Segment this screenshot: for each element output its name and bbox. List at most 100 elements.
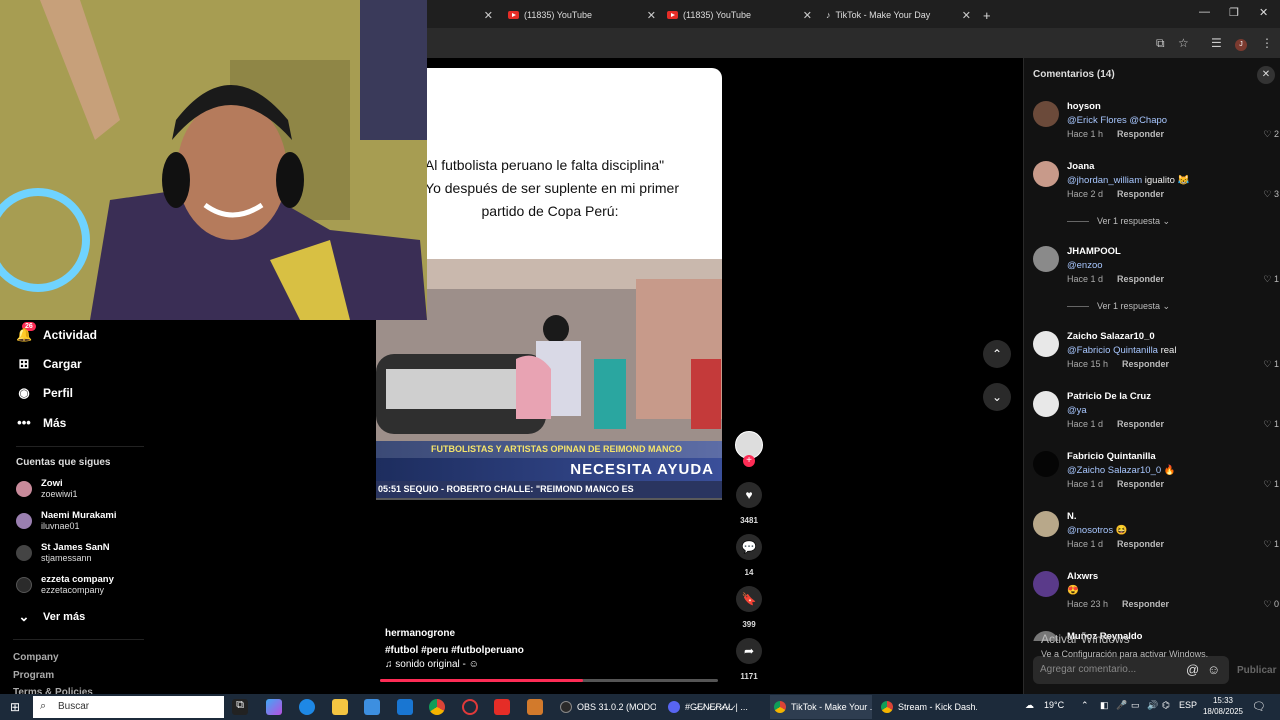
profile-avatar[interactable]: J bbox=[1235, 35, 1247, 51]
sidebar-item-profile[interactable]: ◉ Perfil bbox=[16, 385, 73, 401]
comment-like-button[interactable]: ♡ 3 bbox=[1263, 189, 1279, 200]
comment-mention[interactable]: @Zaicho Salazar10_0 bbox=[1067, 465, 1161, 476]
avatar[interactable] bbox=[1033, 571, 1059, 597]
view-replies-button[interactable]: Ver 1 respuesta ⌄ bbox=[1067, 216, 1170, 227]
footer-link-company[interactable]: Company bbox=[13, 652, 59, 663]
store-icon[interactable] bbox=[364, 699, 380, 715]
save-button[interactable]: 🔖 bbox=[736, 586, 762, 612]
comment-mention[interactable]: @jhordan_william bbox=[1067, 175, 1142, 186]
avatar[interactable] bbox=[1033, 246, 1059, 272]
reply-button[interactable]: Responder bbox=[1117, 479, 1164, 489]
taskbar-search-input[interactable]: ⌕ Buscar bbox=[33, 696, 224, 718]
view-replies-button[interactable]: Ver 1 respuesta ⌄ bbox=[1067, 301, 1170, 312]
avatar[interactable] bbox=[1033, 101, 1059, 127]
avatar[interactable] bbox=[1033, 161, 1059, 187]
emoji-icon[interactable]: ☺ bbox=[1207, 662, 1220, 677]
edge-icon[interactable] bbox=[299, 699, 315, 715]
app-icon[interactable] bbox=[527, 699, 543, 715]
comment-like-button[interactable]: ♡ 2 bbox=[1263, 129, 1279, 140]
sidebar-item-upload[interactable]: ⊞ Cargar bbox=[16, 356, 82, 372]
extensions-icon[interactable]: ☰ bbox=[1211, 36, 1222, 50]
reply-button[interactable]: Responder bbox=[1122, 599, 1169, 609]
see-more-button[interactable]: ⌄ Ver más bbox=[16, 609, 86, 625]
minimize-icon[interactable]: — bbox=[1199, 6, 1210, 18]
close-icon[interactable]: ✕ bbox=[803, 9, 812, 22]
comment-mention[interactable]: @Fabricio Quintanilla bbox=[1067, 345, 1158, 356]
volume-icon[interactable]: 🔊 bbox=[1147, 700, 1158, 711]
reply-button[interactable]: Responder bbox=[1117, 189, 1164, 199]
task-view-icon[interactable]: ⧉ bbox=[232, 699, 248, 715]
comment-like-button[interactable]: ♡ 1 bbox=[1263, 419, 1279, 430]
new-tab-button[interactable]: + bbox=[983, 4, 991, 26]
comment-mention[interactable]: @nosotros bbox=[1067, 525, 1113, 536]
avatar[interactable] bbox=[1033, 391, 1059, 417]
windows-start-icon[interactable]: ⊞ bbox=[10, 700, 20, 714]
tab-tiktok[interactable]: ♪ TikTok - Make Your Day ✕ bbox=[826, 4, 971, 26]
comment-user[interactable]: Zaicho Salazar10_0 bbox=[1067, 331, 1155, 342]
video-hashtags[interactable]: #futbol #peru #futbolperuano bbox=[385, 645, 524, 656]
youtube-icon[interactable] bbox=[494, 699, 510, 715]
reply-button[interactable]: Responder bbox=[1117, 129, 1164, 139]
comment-mention[interactable]: @Erick Flores @Chapo bbox=[1067, 115, 1167, 126]
following-account-ezzeta[interactable]: ezzeta company ezzetacompany bbox=[16, 574, 114, 596]
comment-like-button[interactable]: ♡ 0 bbox=[1263, 599, 1279, 610]
reply-button[interactable]: Responder bbox=[1122, 359, 1169, 369]
tray-app-icon[interactable]: ◧ bbox=[1100, 700, 1109, 711]
language-indicator[interactable]: ESP bbox=[1179, 700, 1197, 710]
tab-youtube-2[interactable]: (11835) YouTube ✕ bbox=[667, 4, 812, 26]
taskbar-task-discord[interactable]: #G̷E̷N̷E̷R̷A̷L̷ | ... bbox=[664, 695, 764, 719]
close-window-icon[interactable]: ✕ bbox=[1259, 6, 1268, 19]
outlook-icon[interactable] bbox=[397, 699, 413, 715]
comment-user[interactable]: Patricio De la Cruz bbox=[1067, 391, 1151, 402]
like-button[interactable]: ♥ bbox=[736, 482, 762, 508]
following-account-naemi[interactable]: Naemi Murakami iluvnae01 bbox=[16, 510, 117, 532]
comment-user[interactable]: Joana bbox=[1067, 161, 1094, 172]
footer-link-terms[interactable]: Terms & Policies bbox=[13, 687, 93, 694]
comment-like-button[interactable]: ♡ 1 bbox=[1263, 359, 1279, 370]
comment-user[interactable]: JHAMPOOL bbox=[1067, 246, 1121, 257]
comment-user[interactable]: hoyson bbox=[1067, 101, 1101, 112]
avatar[interactable] bbox=[1033, 451, 1059, 477]
comment-button[interactable]: 💬 bbox=[736, 534, 762, 560]
reply-button[interactable]: Responder bbox=[1117, 539, 1164, 549]
chrome-icon[interactable] bbox=[429, 699, 445, 715]
copilot-icon[interactable] bbox=[266, 699, 282, 715]
tab-youtube-1[interactable]: (11835) YouTube ✕ bbox=[508, 4, 656, 26]
following-account-stjames[interactable]: St James SanN stjamessann bbox=[16, 542, 110, 564]
comment-user[interactable]: Alxwrs bbox=[1067, 571, 1098, 582]
install-app-icon[interactable]: ⧉ bbox=[1156, 36, 1165, 51]
bookmark-star-icon[interactable]: ☆ bbox=[1178, 36, 1189, 50]
tab-close-icon[interactable]: ✕ bbox=[483, 4, 493, 26]
comment-like-button[interactable]: ♡ 1 bbox=[1263, 274, 1279, 285]
file-explorer-icon[interactable] bbox=[332, 699, 348, 715]
reply-button[interactable]: Responder bbox=[1117, 274, 1164, 284]
weather-temp[interactable]: 19°C bbox=[1044, 700, 1064, 710]
publish-button[interactable]: Publicar bbox=[1237, 665, 1276, 676]
avatar[interactable] bbox=[1033, 331, 1059, 357]
comment-input[interactable]: Agregar comentario... bbox=[1033, 656, 1229, 684]
video-progress-bar[interactable] bbox=[380, 679, 718, 682]
clock-date[interactable]: 18/08/2025 bbox=[1199, 707, 1247, 716]
menu-dots-icon[interactable]: ⋮ bbox=[1261, 36, 1273, 50]
sidebar-item-activity[interactable]: 🔔 Actividad bbox=[16, 327, 97, 343]
next-video-button[interactable]: ⌄ bbox=[983, 383, 1011, 411]
weather-icon[interactable]: ☁ bbox=[1025, 700, 1034, 711]
reply-button[interactable]: Responder bbox=[1117, 419, 1164, 429]
comment-like-button[interactable]: ♡ 1 bbox=[1263, 479, 1279, 490]
comment-user[interactable]: Fabricio Quintanilla bbox=[1067, 451, 1156, 462]
opera-icon[interactable] bbox=[462, 699, 478, 715]
comment-mention[interactable]: @enzoo bbox=[1067, 260, 1103, 271]
mention-icon[interactable]: @ bbox=[1186, 662, 1199, 677]
taskbar-task-tiktok[interactable]: TikTok - Make Your ... bbox=[770, 695, 872, 719]
taskbar-task-obs[interactable]: OBS 31.0.2 (MODO ... bbox=[556, 695, 656, 719]
share-button[interactable]: ➦ bbox=[736, 638, 762, 664]
avatar[interactable] bbox=[1033, 511, 1059, 537]
following-account-zowi[interactable]: Zowi zoewiwi1 bbox=[16, 478, 78, 500]
tray-chevron-up-icon[interactable]: ⌃ bbox=[1081, 700, 1089, 711]
comment-user[interactable]: N. bbox=[1067, 511, 1077, 522]
taskbar-task-kick[interactable]: Stream - Kick Dash... bbox=[877, 695, 977, 719]
close-icon[interactable]: ✕ bbox=[962, 9, 971, 22]
video-author[interactable]: hermanogrone bbox=[385, 628, 455, 639]
maximize-icon[interactable]: ❐ bbox=[1229, 6, 1239, 19]
close-icon[interactable]: ✕ bbox=[1257, 66, 1275, 84]
